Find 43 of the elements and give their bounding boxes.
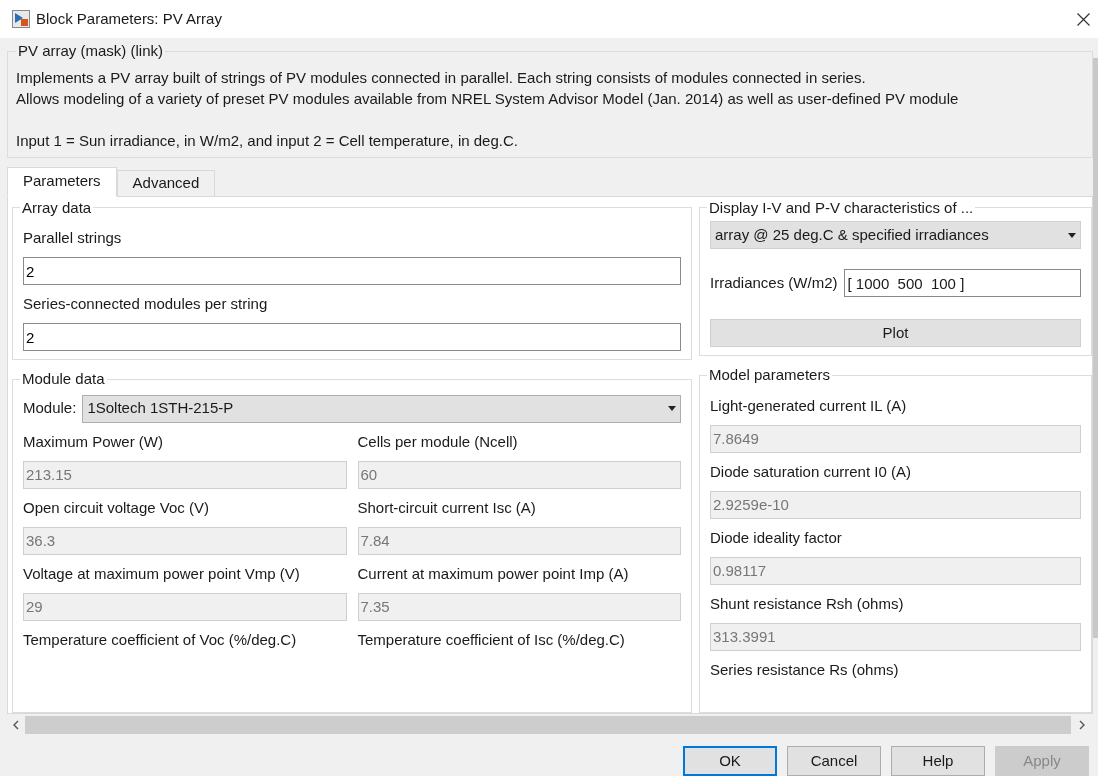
- field-label: Diode saturation current I0 (A): [710, 461, 912, 482]
- field-label: Light-generated current IL (A): [710, 395, 908, 416]
- text-field[interactable]: [ 1000 500 100 ]: [843, 269, 1081, 297]
- text-field[interactable]: 2: [23, 257, 681, 285]
- vertical-scrollbar[interactable]: [1093, 58, 1098, 638]
- field-label: Current at maximum power point Imp (A): [357, 563, 630, 584]
- window-title: Block Parameters: PV Array: [36, 8, 222, 29]
- close-icon[interactable]: [1077, 12, 1090, 26]
- dialog-button[interactable]: Cancel: [787, 746, 881, 776]
- dropdown-arrow-icon: [1068, 232, 1076, 238]
- tab[interactable]: Parameters: [7, 166, 117, 197]
- group-title: Display I-V and P-V characteristics of ...: [709, 198, 974, 216]
- description-text: Allows modeling of a variety of preset PV modules available from NREL System Advisor Model (Jan. 2014) as well as user-defined PV module: [16, 88, 960, 109]
- group-title: Module data: [22, 370, 105, 387]
- field-label: Maximum Power (W): [23, 431, 164, 452]
- field-label: Module:: [23, 398, 77, 419]
- description-text: Implements a PV array built of strings of PV modules connected in parallel. Each string consists of modules connected in series.: [16, 67, 867, 88]
- group-title: Array data: [22, 198, 92, 216]
- input-note: Input 1 = Sun irradiance, in W/m2, and input 2 = Cell temperature, in deg.C.: [16, 130, 519, 151]
- text-field[interactable]: 2: [23, 323, 681, 351]
- field-label: Voltage at maximum power point Vmp (V): [23, 563, 301, 584]
- field-label: Cells per module (Ncell): [357, 431, 519, 452]
- display-dropdown[interactable]: array @ 25 deg.C & specified irradiances: [710, 221, 1081, 249]
- tab[interactable]: Advanced: [116, 169, 216, 197]
- field-label: Series resistance Rs (ohms): [710, 659, 900, 680]
- horizontal-scrollbar[interactable]: [25, 715, 1071, 734]
- field-label: Diode ideality factor: [710, 527, 843, 548]
- field-label: Short-circuit current Isc (A): [357, 497, 537, 518]
- group-title: Model parameters: [709, 366, 830, 383]
- field-label: Temperature coefficient of Isc (%/deg.C): [357, 629, 626, 650]
- field-label: Irradiances (W/m2): [710, 272, 838, 293]
- field-label: Shunt resistance Rsh (ohms): [710, 593, 905, 614]
- field-label: Series-connected modules per string: [23, 294, 269, 314]
- field-label: Parallel strings: [23, 228, 123, 248]
- dialog-button[interactable]: Help: [891, 746, 985, 776]
- plot-button[interactable]: Plot: [710, 319, 1081, 347]
- mask-title: PV array (mask) (link): [18, 42, 163, 59]
- module-dropdown[interactable]: 1Soltech 1STH-215-P: [82, 394, 681, 423]
- field-label: Open circuit voltage Voc (V): [23, 497, 210, 518]
- field-label: Temperature coefficient of Voc (%/deg.C): [23, 629, 298, 650]
- app-icon: [12, 10, 30, 28]
- dropdown-arrow-icon: [668, 406, 676, 411]
- dialog-button[interactable]: OK: [683, 746, 777, 776]
